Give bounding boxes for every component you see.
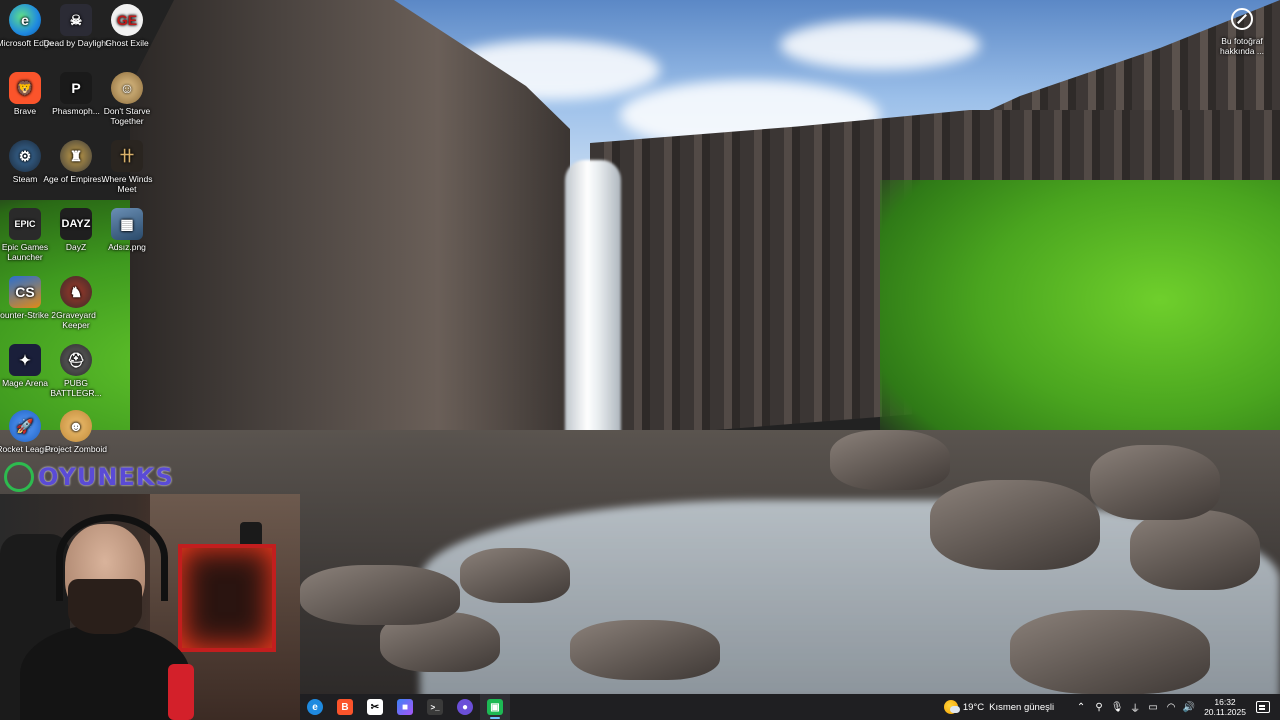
wallpaper-rock — [300, 565, 460, 625]
desktop-icon-adsiz-png[interactable]: ▦ Adsız.png — [94, 208, 160, 252]
system-tray: 19°C Kısmen güneşli ⌃ ⚲ 🎙 ⏚ ▭ ◠ 🔊 16:32 … — [943, 694, 1280, 720]
wifi-icon[interactable]: ◠ — [1164, 700, 1178, 714]
project-zomboid-icon: ☻ — [60, 410, 92, 442]
chevron-up-icon[interactable]: ⌃ — [1074, 700, 1088, 714]
wallpaper-rock — [930, 480, 1100, 570]
obs-icon: ● — [457, 699, 473, 715]
taskbar-app-green[interactable]: ▣ — [480, 694, 510, 720]
partly-sunny-icon — [943, 700, 960, 714]
weather-temperature: 19°C — [962, 701, 985, 713]
taskbar-app-terminal[interactable]: >_ — [420, 694, 450, 720]
terminal-icon: >_ — [427, 699, 443, 715]
channel-watermark-text: OYUNEKS — [38, 463, 174, 491]
rocket-league-icon: 🚀 — [9, 410, 41, 442]
taskbar-app-edge[interactable]: e — [300, 694, 330, 720]
capcut-icon: ✂ — [367, 699, 383, 715]
wallpaper-cloud — [780, 20, 980, 70]
desktop-icon-project-zomboid[interactable]: ☻ Project Zomboid — [43, 410, 109, 454]
display-icon[interactable]: ▭ — [1146, 700, 1160, 714]
clock-date: 20.11.2025 — [1204, 707, 1246, 717]
headset-icon — [56, 514, 168, 601]
volume-icon[interactable]: 🔊 — [1182, 700, 1196, 714]
desktop-icon-ghost-exile[interactable]: GE Ghost Exile — [94, 4, 160, 48]
wallpaper-waterfall — [565, 160, 621, 470]
dead-by-daylight-icon: ☠ — [60, 4, 92, 36]
usb-icon[interactable]: ⏚ — [1128, 700, 1142, 715]
desktop-icon-pubg[interactable]: ⛑ PUBG BATTLEGR... — [43, 344, 109, 398]
wallpaper-rock — [460, 548, 570, 603]
clock[interactable]: 16:32 20.11.2025 — [1204, 697, 1246, 717]
wallpaper-rock — [1010, 610, 1210, 694]
store-icon: ■ — [397, 699, 413, 715]
weather-description: Kısmen güneşli — [989, 701, 1055, 713]
microphone-icon[interactable]: 🎙 — [1110, 700, 1124, 714]
image-file-icon: ▦ — [111, 208, 143, 240]
edge-icon: e — [307, 699, 323, 715]
steam-icon: ⚙ — [9, 140, 41, 172]
wallpaper-rock — [830, 430, 950, 490]
brave-icon: B — [337, 699, 353, 715]
channel-logo-icon — [4, 462, 34, 492]
phasmophobia-icon: P — [60, 72, 92, 104]
about-photo-icon — [1231, 8, 1253, 30]
wallpaper-rock — [1090, 445, 1220, 520]
taskbar-app-brave[interactable]: B — [330, 694, 360, 720]
about-photo-label: Bu fotoğraf hakkında ... — [1220, 36, 1264, 56]
dont-starve-icon: ☺ — [111, 72, 143, 104]
dayz-icon: DAYZ — [60, 208, 92, 240]
webcam-streamer — [20, 514, 190, 720]
wallpaper-rock — [1130, 510, 1260, 590]
bluetooth-icon[interactable]: ⚲ — [1092, 700, 1106, 714]
graveyard-keeper-icon: ♞ — [60, 276, 92, 308]
epic-games-icon: EPIC — [9, 208, 41, 240]
pubg-icon: ⛑ — [60, 344, 92, 376]
webcam-streamer-body — [20, 624, 190, 720]
clock-time: 16:32 — [1214, 697, 1236, 707]
edge-icon: e — [9, 4, 41, 36]
app-green-icon: ▣ — [487, 699, 503, 715]
where-winds-meet-icon: 卄 — [111, 140, 143, 172]
brave-icon: 🦁 — [9, 72, 41, 104]
desktop-icon-where-winds-meet[interactable]: 卄 Where Winds Meet — [94, 140, 160, 194]
taskbar-app-store[interactable]: ■ — [390, 694, 420, 720]
taskbar: e B ✂ ■ >_ ● ▣ 19°C Kısmen güneşli ⌃ ⚲ 🎙… — [300, 694, 1280, 720]
taskbar-app-capcut[interactable]: ✂ — [360, 694, 390, 720]
webcam-red-cup — [168, 664, 194, 720]
channel-watermark: OYUNEKS — [4, 460, 174, 494]
desktop-icon-dont-starve-together[interactable]: ☺ Don't Starve Together — [94, 72, 160, 126]
webcam-red-shelf — [178, 544, 276, 652]
age-of-empires-icon: ♜ — [60, 140, 92, 172]
weather-widget[interactable]: 19°C Kısmen güneşli — [943, 700, 1055, 714]
webcam-overlay — [0, 494, 300, 720]
notification-icon[interactable] — [1256, 701, 1270, 713]
taskbar-app-obs[interactable]: ● — [450, 694, 480, 720]
ghost-exile-icon: GE — [111, 4, 143, 36]
about-photo-button[interactable]: Bu fotoğraf hakkında ... — [1210, 8, 1274, 56]
mage-arena-icon: ✦ — [9, 344, 41, 376]
wallpaper-rock — [570, 620, 720, 680]
desktop-icon-graveyard-keeper[interactable]: ♞ Graveyard Keeper — [43, 276, 109, 330]
counter-strike-icon: CS — [9, 276, 41, 308]
